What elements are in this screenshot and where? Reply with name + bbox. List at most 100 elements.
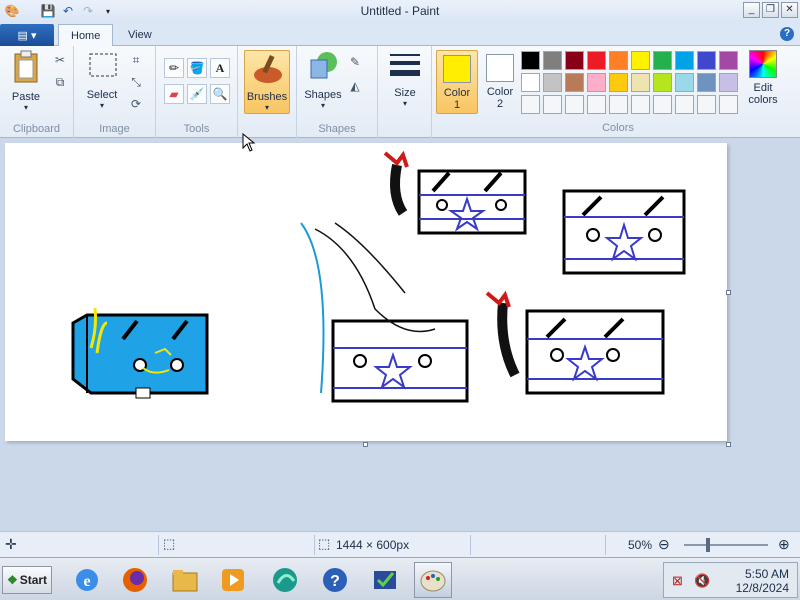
palette-swatch[interactable]	[543, 73, 562, 92]
palette-swatch[interactable]	[587, 73, 606, 92]
color-picker-icon[interactable]: 💉	[187, 84, 207, 104]
clock[interactable]: 5:50 AM 12/8/2024	[736, 567, 789, 595]
palette-swatch[interactable]	[565, 73, 584, 92]
palette-swatch[interactable]	[631, 51, 650, 70]
brushes-label: Brushes	[246, 91, 288, 103]
palette-swatch[interactable]	[697, 73, 716, 92]
resize-handle-bottom[interactable]	[363, 442, 368, 447]
palette-swatch[interactable]	[521, 51, 540, 70]
palette-swatch[interactable]	[565, 51, 584, 70]
zoom-slider-thumb[interactable]	[706, 538, 710, 552]
palette-swatch[interactable]	[719, 95, 738, 114]
copy-icon[interactable]: ⧉	[52, 74, 68, 90]
drawing-canvas[interactable]	[5, 143, 727, 441]
resize-icon[interactable]: ⤡	[128, 74, 144, 90]
palette-swatch[interactable]	[609, 95, 628, 114]
palette-swatch[interactable]	[565, 95, 584, 114]
crop-icon[interactable]: ⌗	[128, 52, 144, 68]
minimize-button[interactable]: _	[743, 2, 760, 18]
palette-swatch[interactable]	[653, 51, 672, 70]
tab-home[interactable]: Home	[58, 24, 114, 47]
palette-swatch[interactable]	[587, 51, 606, 70]
fill-icon[interactable]: 🪣	[187, 58, 207, 78]
ribbon: Paste ▾ ✂ ⧉ Clipboard Select ▾ ⌗ ⤡ ⟳ Ima…	[0, 46, 800, 138]
zoom-in-icon[interactable]: ⊕	[778, 536, 790, 553]
file-explorer-icon[interactable]	[166, 562, 204, 598]
shapes-group-label: Shapes	[318, 123, 356, 135]
checklist-app-icon[interactable]	[366, 562, 404, 598]
rotate-icon[interactable]: ⟳	[128, 96, 144, 112]
palette-swatch[interactable]	[719, 51, 738, 70]
shapes-icon	[310, 52, 337, 79]
shapes-button[interactable]: Shapes ▾	[303, 50, 343, 110]
selection-size-icon: ⬚	[163, 536, 176, 551]
volume-icon[interactable]: 🔇	[694, 573, 710, 589]
brushes-button[interactable]: Brushes ▾	[244, 50, 290, 114]
pencil-icon[interactable]: ✏	[164, 58, 184, 78]
palette-swatch[interactable]	[675, 73, 694, 92]
resize-handle-corner[interactable]	[726, 442, 731, 447]
text-icon[interactable]: A	[210, 58, 230, 78]
media-player-icon[interactable]	[214, 562, 252, 598]
color1-label: Color	[443, 87, 471, 99]
color-wheel-icon	[749, 50, 777, 78]
palette-swatch[interactable]	[653, 73, 672, 92]
palette-swatch[interactable]	[631, 95, 650, 114]
network-icon[interactable]: ⊠	[672, 573, 683, 589]
cut-icon[interactable]: ✂	[52, 52, 68, 68]
palette-swatch[interactable]	[675, 51, 694, 70]
eraser-icon[interactable]: ▰	[164, 84, 184, 104]
clipboard-group: Paste ▾ ✂ ⧉ Clipboard	[0, 46, 74, 138]
palette-swatch[interactable]	[653, 95, 672, 114]
palette-swatch[interactable]	[675, 95, 694, 114]
image-size-icon: ⬚	[318, 536, 331, 551]
firefox-icon[interactable]	[116, 562, 154, 598]
image-group: Select ▾ ⌗ ⤡ ⟳ Image	[74, 46, 156, 138]
zoom-slider[interactable]	[684, 544, 768, 546]
help-support-icon[interactable]: ?	[316, 562, 354, 598]
select-button[interactable]: Select ▾	[82, 50, 122, 110]
palette-swatch[interactable]	[719, 73, 738, 92]
blue-box-drawing	[71, 307, 209, 399]
palette-swatch[interactable]	[543, 51, 562, 70]
outline-icon[interactable]: ✎	[347, 54, 363, 70]
line-size-icon	[390, 54, 420, 76]
palette-swatch[interactable]	[587, 95, 606, 114]
palette-swatch[interactable]	[631, 73, 650, 92]
start-button[interactable]: ❖ Start	[2, 566, 52, 594]
taskbar: ❖ Start e ? ⊠ 🔇 5:50 AM 12/8/2024	[0, 557, 800, 600]
size-label: Size	[394, 87, 416, 99]
white-box-bottom-right	[485, 290, 665, 395]
internet-explorer-icon[interactable]: e	[68, 562, 106, 598]
palette-swatch[interactable]	[543, 95, 562, 114]
paste-button[interactable]: Paste ▾	[6, 50, 46, 112]
palette-swatch[interactable]	[521, 95, 540, 114]
resize-handle-right[interactable]	[726, 290, 731, 295]
svg-text:e: e	[83, 573, 90, 590]
paint-taskbar-icon[interactable]	[414, 562, 452, 598]
palette-swatch[interactable]	[609, 51, 628, 70]
palette-swatch[interactable]	[697, 51, 716, 70]
edit-colors-button[interactable]: Edit colors	[742, 50, 784, 106]
white-box-middle	[300, 222, 469, 403]
fill-style-icon[interactable]: ◭	[347, 78, 363, 94]
file-menu-button[interactable]: ▤ ▾	[0, 24, 54, 46]
maximize-button[interactable]: ❐	[762, 2, 779, 18]
palette-swatch[interactable]	[521, 73, 540, 92]
palette-swatch[interactable]	[609, 73, 628, 92]
size-group: Size ▾	[378, 46, 432, 138]
tab-view[interactable]: View	[116, 24, 164, 47]
palette-swatch[interactable]	[697, 95, 716, 114]
color1-swatch	[443, 55, 471, 83]
zoom-out-icon[interactable]: ⊖	[658, 536, 670, 553]
colors-group-label: Colors	[602, 122, 634, 134]
size-button[interactable]: Size ▾	[386, 50, 424, 108]
color1-button[interactable]: Color 1	[436, 50, 478, 114]
select-icon	[89, 53, 117, 77]
close-button[interactable]: ✕	[781, 2, 798, 18]
help-icon[interactable]: ?	[780, 27, 794, 41]
color2-button[interactable]: Color 2	[479, 50, 521, 114]
magnifier-icon[interactable]: 🔍	[210, 84, 230, 104]
browser-app-icon[interactable]	[266, 562, 304, 598]
canvas-workarea[interactable]	[0, 133, 800, 531]
